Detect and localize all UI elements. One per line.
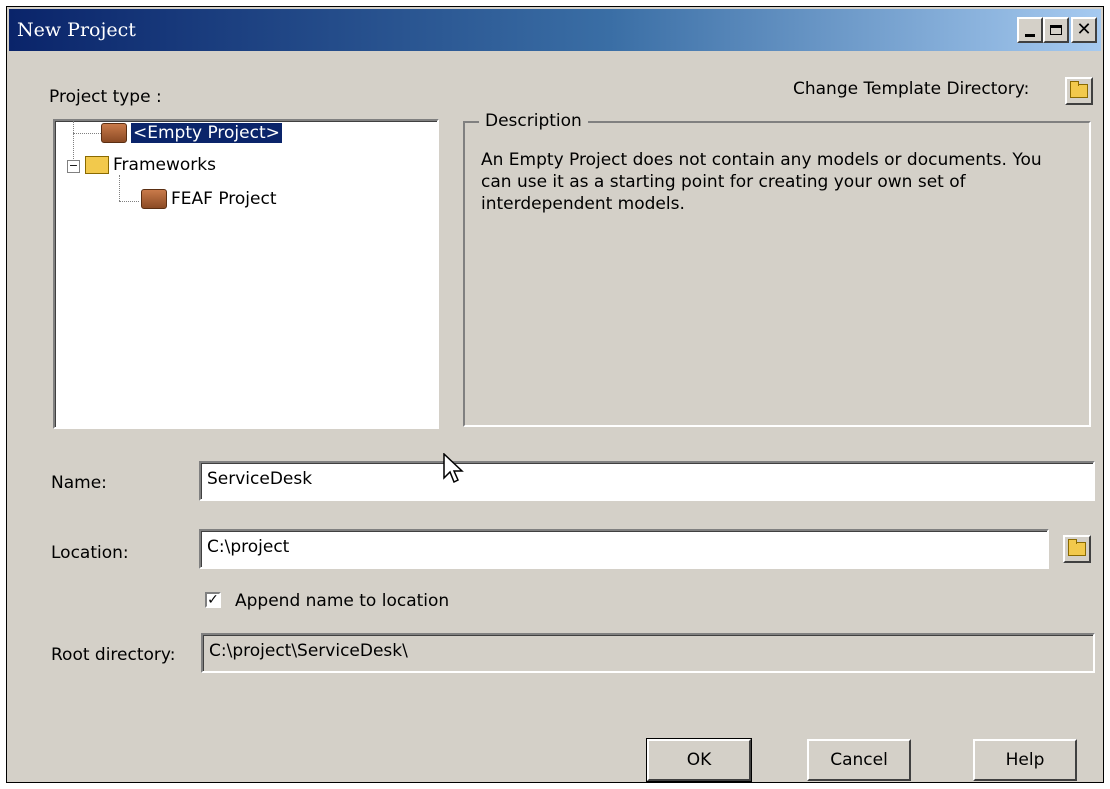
- tree-item-empty-project[interactable]: <Empty Project>: [101, 122, 283, 144]
- minimize-icon: [1025, 33, 1035, 37]
- new-project-dialog: New Project ✕ Project type : Change Temp…: [6, 6, 1104, 783]
- minimize-button[interactable]: [1017, 17, 1043, 43]
- location-value: C:\project: [207, 537, 290, 557]
- location-input[interactable]: C:\project: [199, 529, 1049, 569]
- project-type-label: Project type :: [49, 87, 162, 107]
- ok-button[interactable]: OK: [646, 738, 752, 782]
- close-button[interactable]: ✕: [1071, 17, 1097, 43]
- tree-item-frameworks[interactable]: Frameworks: [85, 155, 216, 175]
- location-label: Location:: [51, 543, 129, 563]
- maximize-button[interactable]: [1043, 17, 1069, 43]
- cancel-button[interactable]: Cancel: [807, 739, 911, 781]
- root-directory-field: C:\project\ServiceDesk\: [201, 633, 1095, 673]
- title-bar[interactable]: New Project ✕: [9, 9, 1101, 51]
- folder-icon: [1068, 539, 1086, 556]
- help-button[interactable]: Help: [973, 739, 1077, 781]
- append-name-label: Append name to location: [235, 591, 450, 611]
- maximize-icon: [1050, 25, 1062, 35]
- tree-item-label: <Empty Project>: [130, 122, 283, 144]
- name-label: Name:: [51, 473, 107, 493]
- folder-icon: [85, 156, 109, 174]
- change-template-directory-button[interactable]: [1065, 77, 1093, 105]
- description-text: An Empty Project does not contain any mo…: [481, 150, 1042, 214]
- project-type-tree[interactable]: − <Empty Project> Frameworks FEAF Projec…: [53, 119, 439, 429]
- name-input[interactable]: ServiceDesk: [199, 461, 1095, 501]
- folder-icon: [1070, 81, 1088, 98]
- tree-item-label: Frameworks: [113, 155, 216, 175]
- mouse-cursor-icon: [443, 453, 464, 484]
- root-directory-value: C:\project\ServiceDesk\: [209, 641, 408, 661]
- root-directory-label: Root directory:: [51, 645, 176, 665]
- frameworks-expander[interactable]: −: [67, 160, 80, 173]
- briefcase-icon: [101, 123, 127, 143]
- append-name-checkbox[interactable]: ✓: [205, 592, 221, 608]
- description-groupbox: Description An Empty Project does not co…: [463, 111, 1091, 427]
- tree-item-label: FEAF Project: [171, 189, 277, 209]
- name-value: ServiceDesk: [207, 469, 313, 489]
- template-directory-label: Change Template Directory:: [793, 79, 1030, 99]
- browse-location-button[interactable]: [1063, 535, 1091, 563]
- tree-item-feaf-project[interactable]: FEAF Project: [141, 189, 277, 209]
- briefcase-icon: [141, 189, 167, 209]
- close-icon: ✕: [1076, 19, 1092, 40]
- window-title: New Project: [17, 19, 136, 41]
- description-title: Description: [479, 111, 588, 131]
